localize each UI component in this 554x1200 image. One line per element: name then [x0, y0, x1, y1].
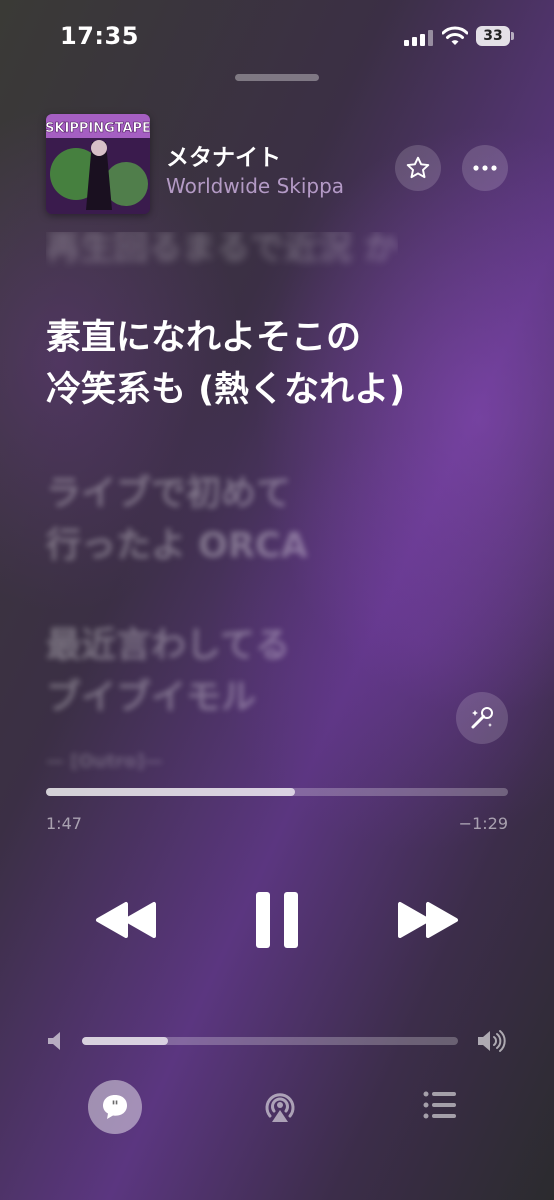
pause-button[interactable]: [250, 890, 306, 950]
queue-button[interactable]: [422, 1090, 458, 1120]
lyric-line-current[interactable]: 素直になれよそこの 冷笑系も (熱くなれよ): [46, 312, 405, 416]
lyric-line-previous[interactable]: 再生回るまるで近況 か: [46, 232, 398, 274]
song-title[interactable]: メタナイト: [166, 138, 281, 172]
quote-bubble-icon: ": [103, 1095, 127, 1119]
svg-text:": ": [111, 1099, 118, 1115]
wifi-icon: [441, 25, 469, 47]
lyric-line-next-partial[interactable]: — [Outro]—: [46, 736, 163, 788]
ellipsis-icon: [473, 165, 497, 171]
cellular-signal-icon: [404, 30, 434, 46]
progress-slider[interactable]: [46, 788, 508, 796]
lyric-next-line-1: 最近言わしてる: [46, 626, 290, 666]
volume-fill: [82, 1037, 169, 1045]
battery-indicator: 33: [476, 26, 510, 46]
forward-button[interactable]: [396, 900, 460, 940]
lyric-next-line-2: 行ったよ ORCA: [46, 526, 308, 566]
favorite-button[interactable]: [395, 145, 441, 191]
airplay-icon: [265, 1093, 295, 1122]
airplay-button[interactable]: [260, 1086, 300, 1126]
lyrics-button[interactable]: ": [88, 1080, 142, 1134]
volume-high-icon: [476, 1028, 508, 1054]
list-icon: [423, 1091, 456, 1119]
volume-low-icon: [46, 1030, 66, 1052]
pause-icon: [256, 892, 298, 948]
more-options-button[interactable]: [462, 145, 508, 191]
album-artwork[interactable]: SKIPPINGTAPE: [46, 114, 150, 214]
sheet-grabber[interactable]: [235, 74, 319, 81]
progress-fill: [46, 788, 296, 796]
time-remaining: −1:29: [458, 814, 508, 833]
lyric-line-next[interactable]: ライブで初めて 行ったよ ORCA: [46, 468, 308, 572]
microphone-sparkle-icon: [471, 707, 493, 729]
lyric-current-line-2: 冷笑系も (熱くなれよ): [46, 370, 406, 410]
time-elapsed: 1:47: [46, 814, 82, 833]
star-icon: [406, 156, 430, 179]
lyric-line-next[interactable]: 最近言わしてる ブイブイモル: [46, 620, 290, 724]
artwork-title-text: SKIPPINGTAPE: [46, 121, 150, 136]
lyric-next-line-1: ライブで初めて: [46, 474, 292, 514]
sing-button[interactable]: [456, 692, 508, 744]
volume-slider[interactable]: [82, 1037, 458, 1045]
lyric-current-line-1: 素直になれよそこの: [46, 318, 362, 358]
backward-icon: [96, 902, 156, 938]
status-time: 17:35: [60, 22, 139, 50]
forward-icon: [398, 902, 458, 938]
rewind-button[interactable]: [94, 900, 158, 940]
battery-tip: [511, 32, 514, 40]
song-artist[interactable]: Worldwide Skippa: [166, 174, 344, 198]
lyric-next-line-2: ブイブイモル: [46, 678, 257, 718]
